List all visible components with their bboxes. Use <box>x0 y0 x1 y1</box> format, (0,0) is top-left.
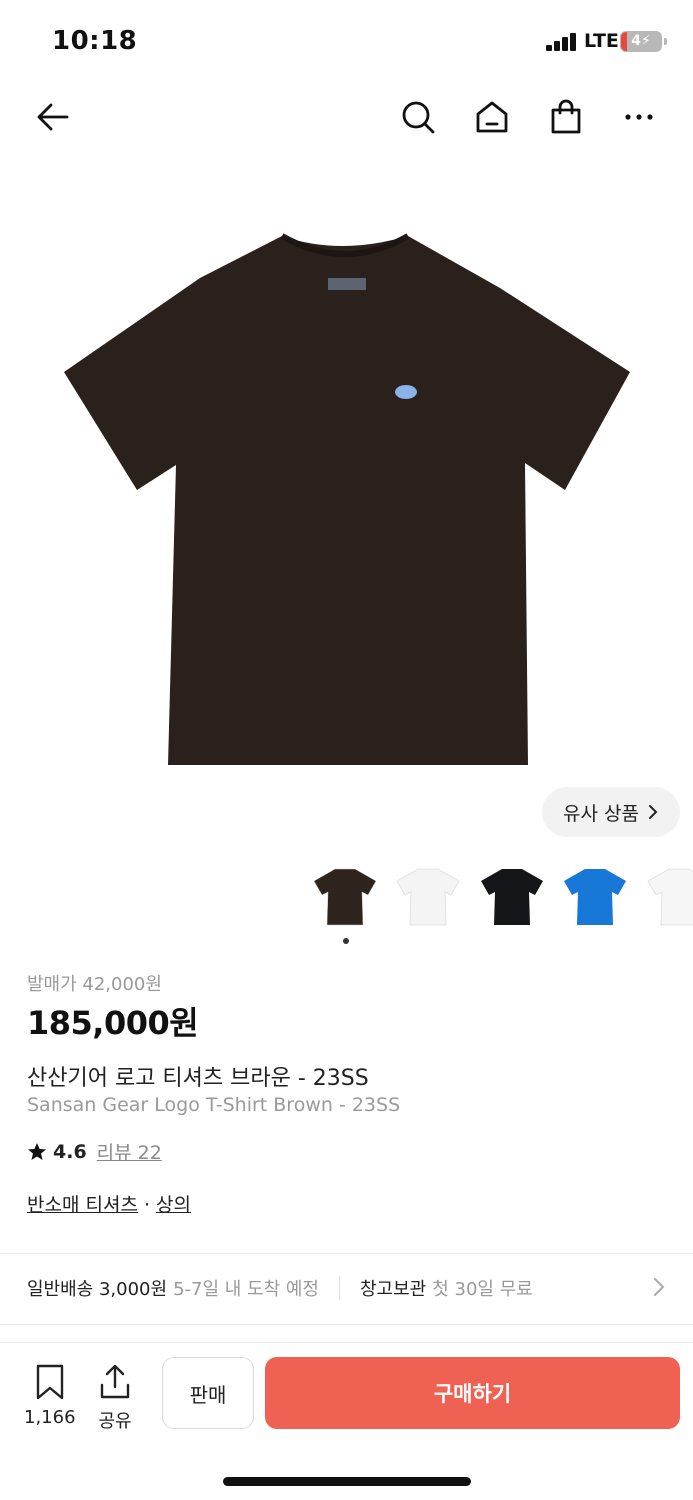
rating-value: 4.6 <box>53 1140 87 1163</box>
category-link-tshirt[interactable]: 반소매 티셔츠 <box>27 1194 138 1216</box>
home-indicator <box>223 1477 471 1486</box>
thumbnail-black[interactable] <box>473 855 551 933</box>
shopping-bag-icon <box>551 99 581 134</box>
similar-products-label: 유사 상품 <box>563 802 639 825</box>
top-nav <box>0 84 693 150</box>
release-price: 발매가 42,000원 <box>27 974 162 995</box>
thumbnail-brown[interactable] <box>306 855 384 933</box>
more-button[interactable] <box>618 96 660 138</box>
back-arrow-icon <box>37 103 69 131</box>
search-icon <box>402 101 435 134</box>
search-button[interactable] <box>397 96 439 138</box>
review-link[interactable]: 리뷰 22 <box>97 1138 162 1165</box>
tshirt-body <box>64 236 630 765</box>
category-separator: · <box>137 1194 157 1216</box>
shipping-sub: 5-7일 내 도착 예정 <box>173 1279 319 1300</box>
home-button[interactable] <box>471 96 513 138</box>
cart-button[interactable] <box>545 96 587 138</box>
logo-emblem <box>395 385 417 399</box>
sell-button[interactable]: 판매 <box>162 1357 254 1429</box>
shipping-info-row[interactable]: 일반배송 3,000원 5-7일 내 도착 예정 창고보관 첫 30일 무료 <box>0 1254 693 1322</box>
share-button[interactable]: 공유 <box>98 1363 132 1433</box>
home-icon <box>476 101 508 133</box>
product-name-ko: 산산기어 로고 티셔츠 브라운 - 23SS <box>27 1066 369 1091</box>
status-bar: 10:18 LTE 4⚡ <box>0 0 693 84</box>
share-icon <box>100 1364 130 1399</box>
thumbnail-white-2[interactable] <box>640 855 693 933</box>
rating-row: 4.6 리뷰 22 <box>27 1138 162 1165</box>
status-time: 10:18 <box>52 26 138 56</box>
shipping-divider <box>339 1276 340 1300</box>
shipping-main: 일반배송 3,000원 <box>27 1279 168 1300</box>
similar-products-button[interactable]: 유사 상품 <box>542 787 680 837</box>
price: 185,000원 <box>27 1004 199 1042</box>
thumbnail-white[interactable] <box>389 855 467 933</box>
more-icon <box>625 114 653 120</box>
bookmark-button[interactable]: 1,166 <box>24 1363 76 1428</box>
buy-button[interactable]: 구매하기 <box>265 1357 680 1429</box>
category-link-top[interactable]: 상의 <box>156 1194 191 1216</box>
carousel-dot <box>343 938 349 944</box>
category-row: 반소매 티셔츠 · 상의 <box>27 1190 191 1217</box>
bottom-action-bar: 1,166 공유 판매 구매하기 <box>0 1342 693 1442</box>
star-icon <box>28 1142 46 1160</box>
battery-level: 4 <box>631 33 641 49</box>
storage-sub: 첫 30일 무료 <box>432 1279 533 1300</box>
product-image[interactable] <box>0 160 693 840</box>
battery-icon: 4⚡ <box>620 31 667 52</box>
back-button[interactable] <box>32 96 74 138</box>
share-label: 공유 <box>98 1411 132 1432</box>
product-name-en: Sansan Gear Logo T-Shirt Brown - 23SS <box>27 1094 401 1116</box>
thumbnail-blue[interactable] <box>556 855 634 933</box>
chevron-right-icon <box>648 805 658 819</box>
network-label: LTE <box>584 30 619 52</box>
bookmark-icon <box>36 1364 63 1400</box>
chevron-right-icon <box>654 1278 665 1296</box>
storage-main: 창고보관 <box>360 1279 427 1300</box>
bookmark-count: 1,166 <box>24 1407 76 1428</box>
signal-icon <box>546 33 578 51</box>
color-thumbnails <box>306 855 693 935</box>
divider <box>0 1324 693 1325</box>
